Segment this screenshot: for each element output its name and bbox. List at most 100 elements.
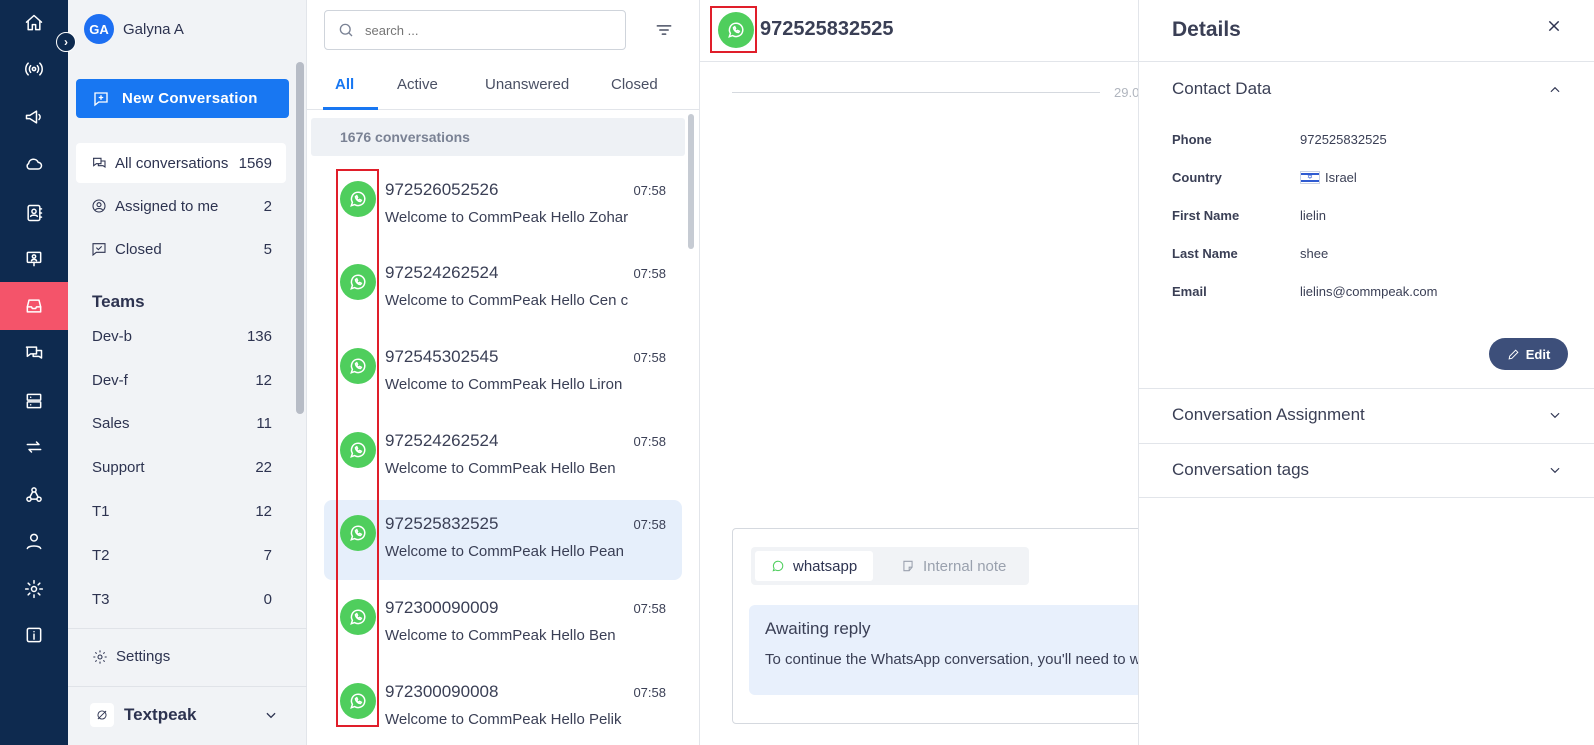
search-input[interactable] <box>365 22 605 38</box>
rail-conversations[interactable] <box>0 330 68 376</box>
team-item[interactable]: T3 0 <box>92 591 272 608</box>
broadcast-icon <box>25 62 43 76</box>
nav-closed[interactable]: Closed 5 <box>76 229 286 269</box>
workspace-switcher[interactable]: Textpeak <box>90 703 196 727</box>
team-count: 7 <box>263 547 272 564</box>
team-name: Support <box>92 459 145 476</box>
rail-webhooks[interactable] <box>0 472 68 518</box>
team-name: Sales <box>92 415 130 432</box>
nav-label: All conversations <box>115 154 229 172</box>
tab-active[interactable]: Active <box>397 76 438 93</box>
filter-button[interactable] <box>654 20 674 40</box>
list-scrollbar[interactable] <box>688 114 694 249</box>
megaphone-icon <box>25 110 41 124</box>
team-count: 12 <box>255 372 272 389</box>
conversation-preview: Welcome to CommPeak Hello Liron <box>385 376 623 393</box>
nav-count: 2 <box>263 197 272 215</box>
conversation-time: 07:58 <box>633 266 666 281</box>
last-name-value: shee <box>1300 246 1329 261</box>
divider <box>68 686 307 687</box>
rail-inbox[interactable] <box>0 282 68 330</box>
close-button[interactable] <box>1546 18 1562 34</box>
conversation-preview: Welcome to CommPeak Hello Pelik <box>385 711 622 728</box>
rail-presentation[interactable] <box>0 236 68 282</box>
team-item[interactable]: Dev-b 136 <box>92 328 272 345</box>
conversation-phone: 972545302545 <box>385 347 499 366</box>
conversation-phone: 972300090009 <box>385 598 499 617</box>
conversation-assignment-header[interactable]: Conversation Assignment <box>1172 405 1365 425</box>
rail-integrations[interactable] <box>0 424 68 470</box>
new-conversation-button[interactable]: New Conversation <box>76 79 289 118</box>
tab-unanswered[interactable]: Unanswered <box>485 76 569 93</box>
rail-cloud[interactable] <box>0 141 68 187</box>
rail-users[interactable] <box>0 518 68 564</box>
rail-servers[interactable] <box>0 378 68 424</box>
team-item[interactable]: T1 12 <box>92 503 272 520</box>
field-value: lielins@commpeak.com <box>1300 284 1437 299</box>
whatsapp-icon <box>772 560 784 572</box>
conversation-tabs: All Active Unanswered Closed <box>307 62 699 110</box>
workspace-logo-icon <box>90 703 114 727</box>
team-item[interactable]: Dev-f 12 <box>92 372 272 389</box>
awaiting-text: To continue the WhatsApp conversation, y… <box>765 651 1141 668</box>
chevron-up-icon[interactable] <box>1548 83 1562 97</box>
team-item[interactable]: T2 7 <box>92 547 272 564</box>
conversation-preview: Welcome to CommPeak Hello Cen c <box>385 292 629 309</box>
edit-contact-button[interactable]: Edit <box>1489 338 1568 370</box>
conversation-phone: 972524262524 <box>385 431 499 450</box>
nav-count: 5 <box>263 240 272 258</box>
team-count: 12 <box>255 503 272 520</box>
nav-assigned-to-me[interactable]: Assigned to me 2 <box>76 186 286 226</box>
sidebar-collapse-button[interactable]: › <box>56 32 76 52</box>
tab-closed[interactable]: Closed <box>611 76 658 93</box>
chevron-down-icon[interactable] <box>264 708 278 722</box>
active-tab-indicator <box>323 107 378 110</box>
tab-all[interactable]: All <box>335 76 354 93</box>
date-divider <box>732 92 1100 93</box>
divider <box>68 628 307 629</box>
chevron-down-icon[interactable] <box>1548 408 1562 422</box>
settings-gear-icon <box>24 579 44 599</box>
tab-whatsapp[interactable]: whatsapp <box>755 551 874 581</box>
tab-internal-note[interactable]: Internal note <box>885 551 1022 581</box>
conversation-tags-header[interactable]: Conversation tags <box>1172 460 1309 480</box>
conversation-time: 07:58 <box>633 434 666 449</box>
divider <box>1139 443 1594 444</box>
chat-header: 972525832525 <box>700 0 1138 62</box>
chevron-down-icon[interactable] <box>1548 463 1562 477</box>
rail-settings[interactable] <box>0 566 68 612</box>
team-count: 136 <box>246 328 272 345</box>
contact-data-header[interactable]: Contact Data <box>1172 79 1271 99</box>
annotation-highlight-box <box>710 6 757 53</box>
sidebar-scrollbar[interactable] <box>296 62 304 414</box>
conversation-time: 07:58 <box>633 601 666 616</box>
search-box[interactable] <box>324 10 626 50</box>
rail-contacts[interactable] <box>0 190 68 236</box>
country-value: Israel <box>1325 170 1357 185</box>
conversation-time: 07:58 <box>633 183 666 198</box>
phone-value: 972525832525 <box>1300 132 1387 147</box>
sync-arrows-icon <box>26 441 42 453</box>
filter-icon <box>656 25 672 35</box>
details-title: Details <box>1172 18 1241 41</box>
conversation-time: 07:58 <box>633 685 666 700</box>
rail-info[interactable] <box>0 612 68 658</box>
home-icon <box>25 14 43 31</box>
details-panel: Details Contact Data Phone 972525832525 … <box>1138 0 1594 745</box>
team-count: 11 <box>256 415 272 432</box>
note-icon <box>903 560 913 572</box>
team-item[interactable]: Sales 11 <box>92 415 272 432</box>
user-profile[interactable]: GA Galyna A <box>84 14 184 44</box>
conversation-phone: 972525832525 <box>385 514 499 533</box>
team-count: 22 <box>255 459 272 476</box>
tab-whatsapp-label: whatsapp <box>793 557 858 575</box>
nav-all-conversations[interactable]: All conversations 1569 <box>76 143 286 183</box>
rail-broadcast[interactable] <box>0 46 68 92</box>
rail-campaigns[interactable] <box>0 94 68 140</box>
icon-rail <box>0 0 68 745</box>
inbox-icon <box>26 299 42 313</box>
search-icon <box>339 23 353 37</box>
settings-link[interactable]: Settings <box>92 648 170 665</box>
team-item[interactable]: Support 22 <box>92 459 272 476</box>
user-icon <box>26 533 42 550</box>
